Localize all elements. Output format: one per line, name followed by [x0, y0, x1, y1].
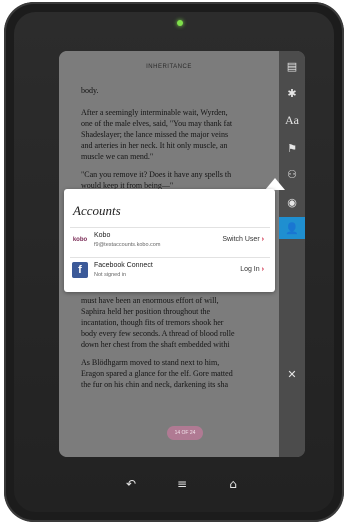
account-row-kobo[interactable]: kobo Kobo f9@testaccounts.kobo.com Switc…	[70, 227, 270, 254]
view-icon[interactable]: ◉	[279, 191, 305, 213]
page-paragraph: body.	[81, 86, 99, 95]
camera-indicator	[177, 20, 183, 26]
chevron-right-icon: ›	[261, 266, 264, 273]
account-name: Facebook Connect	[94, 262, 153, 269]
close-icon[interactable]: ✕	[279, 363, 305, 385]
system-nav-bar: ↶ ≡ ⌂	[59, 466, 305, 502]
page-paragraph: After a seemingly interminable wait, Wyr…	[81, 108, 233, 161]
settings-icon[interactable]: ✱	[279, 82, 305, 104]
account-email: f9@testaccounts.kobo.com	[94, 242, 161, 248]
book-title: INHERITANCE	[146, 64, 192, 70]
accounts-title: Accounts	[73, 203, 121, 218]
page-indicator: 14 OF 24	[167, 426, 203, 440]
reading-toolbar: ▤ ✱ Aa ⚑ ⚇ ◉ 👤 ✕	[279, 51, 305, 457]
switch-user-label: Switch User	[222, 236, 260, 243]
bookmark-icon[interactable]: ⚑	[279, 137, 305, 159]
log-in-label: Log In	[240, 266, 260, 273]
accounts-popup: Accounts kobo Kobo f9@testaccounts.kobo.…	[64, 189, 275, 292]
menu-icon[interactable]: ≡	[172, 474, 192, 494]
account-status: Not signed in	[94, 272, 127, 278]
accounts-icon[interactable]: 👤	[279, 217, 305, 239]
account-row-facebook[interactable]: f Facebook Connect Not signed in Log In ›	[70, 257, 270, 284]
page-paragraph: "Can you remove it? Does it have any spe…	[81, 170, 232, 190]
page-paragraph: must have been an enormous effort of wil…	[81, 296, 235, 349]
chevron-right-icon: ›	[261, 236, 264, 243]
library-icon[interactable]: ▤	[279, 55, 305, 77]
switch-user-button[interactable]: Switch User ›	[222, 236, 264, 243]
account-name: Kobo	[94, 232, 111, 239]
page-paragraph: As Blödhgarm moved to stand next to him,…	[81, 358, 233, 389]
facebook-logo-icon: f	[72, 262, 88, 278]
kobo-logo-icon: kobo	[72, 237, 88, 243]
back-icon[interactable]: ↶	[121, 474, 141, 494]
log-in-button[interactable]: Log In ›	[240, 266, 264, 273]
home-icon[interactable]: ⌂	[223, 474, 243, 494]
font-icon[interactable]: Aa	[279, 109, 305, 131]
